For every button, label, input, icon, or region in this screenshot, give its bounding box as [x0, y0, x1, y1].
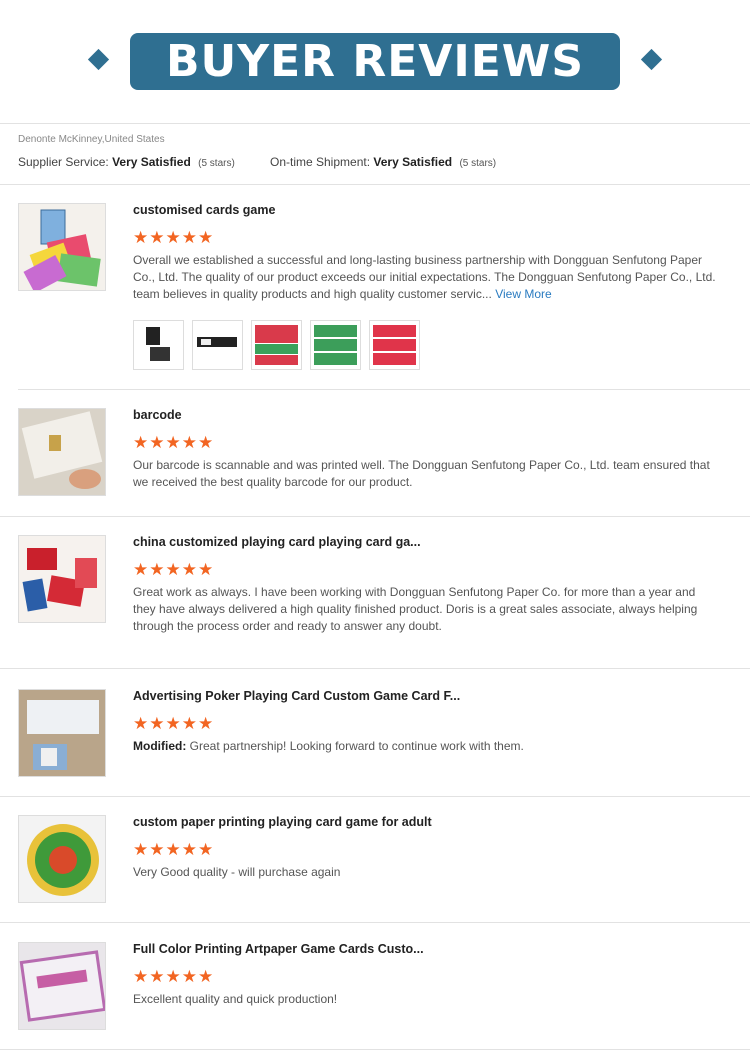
review-text: Excellent quality and quick production!	[133, 992, 338, 1006]
divider	[18, 389, 750, 390]
review-title[interactable]: china customized playing card playing ca…	[133, 535, 421, 549]
shipment-rating: On-time Shipment: Very Satisfied (5 star…	[270, 155, 496, 169]
shipment-value: Very Satisfied	[373, 155, 453, 169]
rating-stars-icon: ★★★★★	[133, 840, 215, 859]
view-more-link[interactable]: View More	[495, 287, 551, 301]
review-image[interactable]	[18, 203, 106, 291]
modified-label: Modified:	[133, 739, 187, 753]
divider	[0, 668, 750, 669]
review-image[interactable]	[18, 689, 106, 777]
rating-stars-icon: ★★★★★	[133, 967, 215, 986]
buyer-name: Denonte McKinney,United States	[18, 134, 165, 145]
review-image[interactable]	[18, 942, 106, 1030]
review-text: Overall we established a successful and …	[133, 252, 718, 303]
page-title: BUYER REVIEWS	[130, 33, 620, 90]
supplier-service-label: Supplier Service:	[18, 155, 109, 169]
divider	[0, 123, 750, 124]
review-photo[interactable]	[133, 320, 184, 370]
buyer-ratings: Supplier Service: Very Satisfied (5 star…	[18, 155, 496, 169]
review-title[interactable]: customised cards game	[133, 203, 275, 217]
divider	[0, 184, 750, 185]
review-title[interactable]: Full Color Printing Artpaper Game Cards …	[133, 942, 424, 956]
supplier-service-value: Very Satisfied	[112, 155, 191, 169]
review-image[interactable]	[18, 535, 106, 623]
review-text: Very Good quality - will purchase again	[133, 865, 341, 879]
rating-stars-icon: ★★★★★	[133, 714, 215, 733]
rating-stars-icon: ★★★★★	[133, 228, 215, 247]
review-photo[interactable]	[251, 320, 302, 370]
shipment-stars: (5 stars)	[459, 158, 497, 169]
review-photo[interactable]	[310, 320, 361, 370]
review-text: Great work as always. I have been workin…	[133, 585, 698, 633]
divider	[0, 796, 750, 797]
diamond-right-icon	[640, 48, 663, 71]
review-image[interactable]	[18, 815, 106, 903]
review-photo[interactable]	[369, 320, 420, 370]
review-text-body: Great partnership! Looking forward to co…	[189, 739, 524, 753]
rating-stars-icon: ★★★★★	[133, 560, 215, 579]
review-image[interactable]	[18, 408, 106, 496]
review-title[interactable]: barcode	[133, 408, 182, 422]
review-title[interactable]: custom paper printing playing card game …	[133, 815, 432, 829]
divider	[0, 516, 750, 517]
review-photo[interactable]	[192, 320, 243, 370]
header: BUYER REVIEWS	[0, 0, 750, 123]
review-text: Our barcode is scannable and was printed…	[133, 458, 710, 489]
supplier-service-stars: (5 stars)	[198, 158, 235, 169]
review-title[interactable]: Advertising Poker Playing Card Custom Ga…	[133, 689, 460, 703]
divider	[0, 922, 750, 923]
diamond-left-icon	[87, 48, 110, 71]
review-text: Modified: Great partnership! Looking for…	[133, 738, 718, 755]
review-text-body: Overall we established a successful and …	[133, 253, 716, 301]
shipment-label: On-time Shipment:	[270, 155, 371, 169]
rating-stars-icon: ★★★★★	[133, 433, 215, 452]
